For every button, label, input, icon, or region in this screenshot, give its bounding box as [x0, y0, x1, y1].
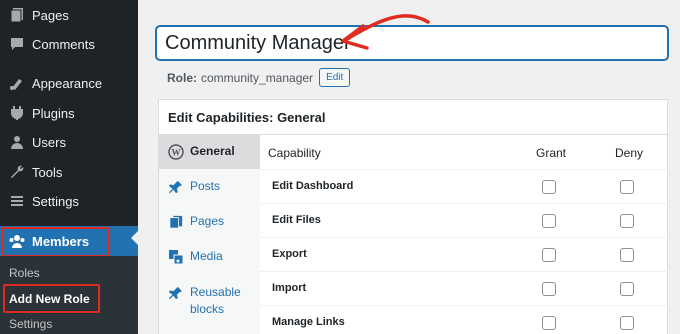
tab-posts[interactable]: Posts [159, 179, 260, 195]
sidebar-item-label: Plugins [32, 105, 75, 121]
users-icon [7, 132, 27, 152]
tab-label: Reusable blocks [190, 285, 241, 316]
table-row: Export [260, 237, 669, 271]
comments-icon [7, 34, 27, 54]
table-row: Import [260, 271, 669, 305]
media-icon [168, 249, 184, 265]
main-content: Role: community_manager Edit Edit Capabi… [138, 0, 680, 334]
sidebar-item-users[interactable]: Users [0, 127, 138, 157]
grant-checkbox[interactable] [542, 282, 556, 296]
tools-icon [7, 162, 27, 182]
capability-name: Export [272, 248, 307, 260]
annotation-arrow-icon [341, 14, 430, 50]
capability-name: Import [272, 282, 307, 294]
sidebar-item-pages[interactable]: Pages [0, 0, 138, 30]
grant-checkbox[interactable] [542, 214, 556, 228]
role-slug-row: Role: community_manager Edit [167, 68, 351, 87]
column-header-capability: Capability [268, 146, 321, 160]
pages-icon [7, 5, 27, 25]
tab-label: Pages [190, 214, 225, 228]
submenu-item-settings[interactable]: Settings [9, 317, 52, 331]
sidebar-item-label: Users [32, 134, 66, 150]
sidebar-item-label: Comments [32, 36, 95, 52]
submenu-item-roles[interactable]: Roles [9, 266, 40, 280]
tab-media[interactable]: Media [159, 249, 260, 265]
deny-checkbox[interactable] [620, 248, 634, 262]
capability-group-nav: W General Posts Pages Media Reusable blo… [159, 135, 260, 334]
grant-checkbox[interactable] [542, 316, 556, 330]
members-highlight-box [1, 227, 109, 257]
capability-name: Edit Files [272, 214, 321, 226]
table-row: Manage Links [260, 305, 669, 334]
sidebar-item-label: Appearance [32, 75, 103, 91]
capability-name: Manage Links [272, 316, 345, 328]
sidebar-item-label: Settings [32, 193, 79, 209]
wordpress-icon: W [168, 144, 184, 160]
sidebar-item-settings[interactable]: Settings [0, 186, 138, 216]
capability-name: Edit Dashboard [272, 180, 354, 192]
tab-label: Media [190, 249, 223, 263]
column-header-deny: Deny [615, 146, 644, 160]
deny-checkbox[interactable] [620, 180, 634, 194]
edit-slug-button[interactable]: Edit [319, 68, 351, 87]
tab-general[interactable]: W General [159, 135, 260, 169]
column-header-grant: Grant [536, 146, 567, 160]
table-row: Edit Files [260, 203, 669, 237]
settings-icon [7, 191, 27, 211]
add-new-role-highlight-box [3, 284, 100, 313]
panel-title: Edit Capabilities: General [168, 110, 326, 125]
appearance-icon [7, 73, 27, 93]
role-label: Role: [167, 70, 197, 85]
grant-checkbox[interactable] [542, 180, 556, 194]
capabilities-panel: Edit Capabilities: General W General Pos… [158, 99, 669, 334]
tab-label: Posts [190, 179, 221, 193]
tab-label: General [190, 144, 235, 158]
pages-icon [168, 214, 184, 230]
table-row: Edit Dashboard [260, 169, 669, 203]
svg-text:W: W [172, 148, 181, 158]
sidebar-item-appearance[interactable]: Appearance [0, 68, 138, 98]
deny-checkbox[interactable] [620, 214, 634, 228]
sidebar-item-comments[interactable]: Comments [0, 29, 138, 59]
role-slug: community_manager [201, 70, 314, 85]
sidebar-item-tools[interactable]: Tools [0, 157, 138, 187]
admin-sidebar: Pages Comments Appearance Plugins Users … [0, 0, 139, 334]
pin-icon [168, 179, 184, 195]
sidebar-item-label: Pages [32, 7, 69, 23]
tab-pages[interactable]: Pages [159, 214, 260, 230]
plugins-icon [7, 103, 27, 123]
deny-checkbox[interactable] [620, 316, 634, 330]
deny-checkbox[interactable] [620, 282, 634, 296]
grant-checkbox[interactable] [542, 248, 556, 262]
sidebar-item-plugins[interactable]: Plugins [0, 98, 138, 128]
pin-icon [168, 285, 184, 301]
tab-reusable-blocks[interactable]: Reusable blocks [159, 284, 260, 318]
sidebar-item-label: Tools [32, 164, 63, 180]
